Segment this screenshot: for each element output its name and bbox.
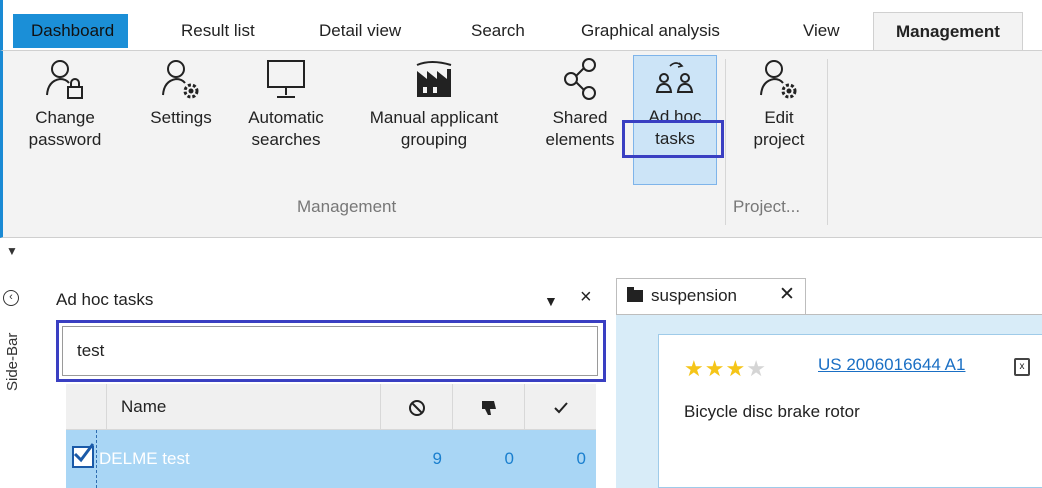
highlight-box bbox=[622, 120, 724, 158]
group-separator bbox=[827, 59, 828, 225]
panel-title: Ad hoc tasks bbox=[56, 290, 154, 309]
row-blocked-count: 9 bbox=[432, 449, 442, 468]
users-transfer-icon bbox=[655, 62, 694, 93]
group-separator bbox=[725, 59, 726, 225]
tab-detail-view[interactable]: Detail view bbox=[319, 12, 401, 50]
automatic-searches-button[interactable]: Automatic searches bbox=[231, 57, 341, 151]
group-label-management: Management bbox=[297, 197, 397, 216]
highlight-box bbox=[56, 320, 606, 382]
side-bar-label[interactable]: Side-Bar bbox=[4, 312, 21, 412]
tab-management[interactable]: Management bbox=[873, 12, 1023, 50]
change-password-label-line2: password bbox=[28, 130, 102, 149]
rating-stars[interactable]: ★★★★ bbox=[684, 356, 767, 382]
row-name: DELME test bbox=[96, 430, 190, 488]
change-password-label-line1: Change bbox=[35, 108, 95, 127]
tab-result-list[interactable]: Result list bbox=[181, 12, 255, 50]
edit-project-button[interactable]: Edit project bbox=[737, 57, 821, 151]
row-checkbox[interactable] bbox=[72, 443, 94, 468]
row-rejected-count: 0 bbox=[504, 449, 514, 468]
quick-access-toggle-icon[interactable]: ▼ bbox=[6, 244, 18, 258]
column-header-rejected[interactable] bbox=[452, 384, 524, 430]
row-accepted-count: 0 bbox=[576, 449, 586, 468]
star-icon: ★ bbox=[725, 356, 747, 381]
star-icon: ★ bbox=[746, 356, 767, 381]
tasks-grid: Name DELME test 9 0 0 bbox=[66, 384, 596, 488]
shared-elements-button[interactable]: Shared elements bbox=[531, 57, 629, 151]
user-lock-icon bbox=[46, 60, 83, 99]
group-label-project: Project... bbox=[733, 197, 801, 216]
checkmark-icon bbox=[73, 443, 94, 463]
panel-menu-dropdown-icon[interactable]: ▼ bbox=[544, 293, 558, 309]
change-password-button[interactable]: Change password bbox=[17, 57, 113, 151]
column-header-accepted[interactable] bbox=[524, 384, 596, 430]
settings-button[interactable]: Settings bbox=[139, 57, 223, 129]
star-icon: ★ bbox=[704, 356, 726, 381]
manual-applicant-grouping-label-line2: grouping bbox=[400, 130, 468, 149]
document-tab[interactable]: suspension ✕ bbox=[616, 278, 806, 314]
star-icon: ★ bbox=[684, 356, 705, 381]
shared-elements-label-line1: Shared bbox=[552, 108, 608, 127]
thumbs-down-icon bbox=[481, 400, 496, 415]
user-gear-icon bbox=[162, 60, 199, 99]
manual-applicant-grouping-label-line1: Manual applicant bbox=[369, 108, 499, 127]
blocked-icon bbox=[408, 399, 425, 416]
settings-label: Settings bbox=[150, 108, 212, 127]
tab-view[interactable]: View bbox=[803, 12, 840, 50]
folder-icon bbox=[627, 287, 643, 302]
manual-applicant-grouping-button[interactable]: Manual applicant grouping bbox=[345, 57, 523, 151]
tab-search[interactable]: Search bbox=[471, 12, 525, 50]
edit-project-label-line2: project bbox=[753, 130, 805, 149]
factory-icon bbox=[416, 61, 452, 97]
grid-header: Name bbox=[66, 384, 596, 430]
column-header-blocked[interactable] bbox=[380, 384, 452, 430]
tab-graphical-analysis[interactable]: Graphical analysis bbox=[581, 12, 720, 50]
ribbon-tabbar: Dashboard Result list Detail view Search… bbox=[0, 0, 1042, 50]
automatic-searches-label-line1: Automatic bbox=[248, 108, 324, 127]
document-tab-label: suspension bbox=[651, 286, 738, 305]
shared-elements-label-line2: elements bbox=[545, 130, 615, 149]
automatic-searches-label-line2: searches bbox=[251, 130, 321, 149]
column-header-name[interactable]: Name bbox=[106, 384, 380, 430]
document-export-icon[interactable]: x bbox=[1014, 358, 1030, 376]
share-icon bbox=[564, 58, 596, 100]
publication-link[interactable]: US 2006016644 A1 bbox=[818, 355, 965, 375]
user-gear-icon bbox=[760, 60, 797, 99]
ribbon-panel: Change password Settings Automatic searc… bbox=[0, 50, 1042, 238]
panel-close-icon[interactable]: × bbox=[580, 286, 592, 309]
publication-title: Bicycle disc brake rotor bbox=[684, 402, 860, 421]
close-tab-icon[interactable]: ✕ bbox=[779, 278, 795, 312]
app-window: Dashboard Result list Detail view Search… bbox=[0, 0, 1042, 488]
checkmark-icon bbox=[553, 401, 568, 413]
monitor-icon bbox=[267, 60, 305, 98]
tab-dashboard[interactable]: Dashboard bbox=[13, 14, 129, 48]
chevron-left-icon[interactable]: ‹ bbox=[3, 290, 19, 306]
edit-project-label-line1: Edit bbox=[764, 108, 794, 127]
table-row[interactable]: DELME test 9 0 0 bbox=[66, 430, 596, 488]
